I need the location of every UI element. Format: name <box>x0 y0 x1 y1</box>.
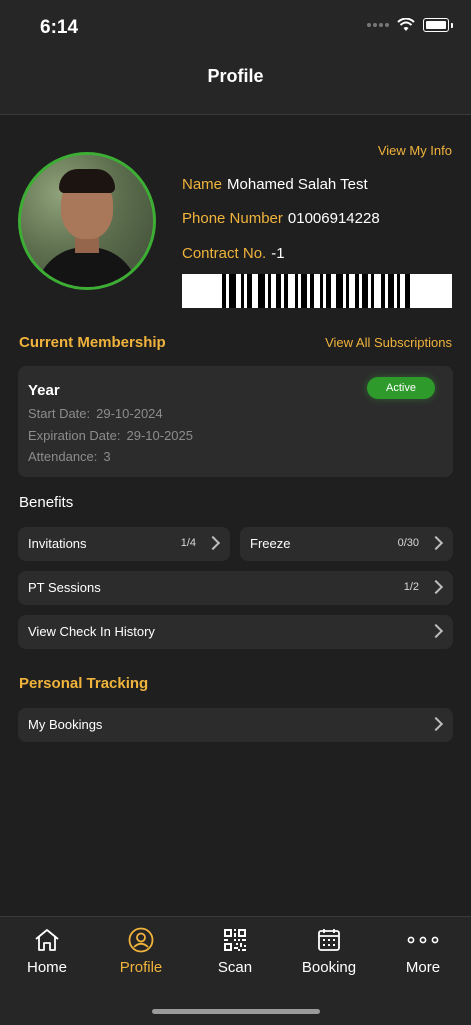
start-date-row: Start Date: 29-10-2024 <box>28 406 163 421</box>
avatar <box>18 152 156 290</box>
attendance-value: 3 <box>103 449 111 464</box>
my-bookings-item[interactable]: My Bookings <box>18 708 453 742</box>
tab-booking[interactable]: Booking <box>282 923 376 976</box>
start-date-value: 29-10-2024 <box>96 406 163 421</box>
invitations-label: Invitations <box>28 536 87 551</box>
contract-label: Contract No. <box>182 245 267 262</box>
check-in-history-item[interactable]: View Check In History <box>18 615 453 649</box>
contract-value: -1 <box>271 245 285 262</box>
status-icons <box>367 18 453 32</box>
more-dots-icon <box>407 936 439 944</box>
signal-icon <box>367 23 389 27</box>
page-title: Profile <box>207 66 264 86</box>
freeze-count: 0/30 <box>397 537 419 549</box>
tab-scan-label: Scan <box>217 959 253 976</box>
chevron-right-icon <box>428 623 444 639</box>
pt-sessions-label: PT Sessions <box>28 580 101 595</box>
chevron-right-icon <box>428 535 444 551</box>
start-date-label: Start Date: <box>28 406 91 421</box>
membership-card[interactable]: Year Active Start Date: 29-10-2024 Expira… <box>18 366 453 477</box>
freeze-item[interactable]: Freeze 0/30 <box>240 527 453 561</box>
home-icon <box>35 929 59 951</box>
home-indicator <box>152 1009 320 1014</box>
tab-booking-label: Booking <box>301 959 357 976</box>
freeze-label: Freeze <box>250 536 291 551</box>
contract-row: Contract No. -1 <box>182 245 285 262</box>
navigation-bar: Profile <box>0 56 471 115</box>
phone-value: 01006914228 <box>287 210 380 227</box>
phone-row: Phone Number 01006914228 <box>182 210 380 227</box>
current-membership-title: Current Membership <box>19 334 166 351</box>
personal-tracking-title: Personal Tracking <box>19 675 149 692</box>
benefits-title: Benefits <box>19 494 74 511</box>
invitations-item[interactable]: Invitations 1/4 <box>18 527 230 561</box>
invitations-count: 1/4 <box>180 537 196 549</box>
tab-profile[interactable]: Profile <box>94 923 188 976</box>
view-all-subscriptions-link[interactable]: View All Subscriptions <box>325 335 452 350</box>
calendar-icon <box>318 929 340 951</box>
tab-home[interactable]: Home <box>0 923 94 976</box>
status-time: 6:14 <box>40 17 79 38</box>
expiration-date-value: 29-10-2025 <box>126 428 194 443</box>
attendance-row: Attendance: 3 <box>28 449 111 464</box>
tab-more[interactable]: More <box>376 923 470 976</box>
phone-label: Phone Number <box>182 210 283 227</box>
view-my-info-link[interactable]: View My Info <box>378 143 452 158</box>
tab-scan[interactable]: Scan <box>188 923 282 976</box>
status-badge: Active <box>367 377 435 399</box>
chevron-right-icon <box>428 716 444 732</box>
attendance-label: Attendance: <box>28 449 98 464</box>
my-bookings-label: My Bookings <box>28 717 103 732</box>
pt-sessions-item[interactable]: PT Sessions 1/2 <box>18 571 453 605</box>
pt-sessions-count: 1/2 <box>403 581 419 593</box>
chevron-right-icon <box>428 579 444 595</box>
qr-code-icon <box>224 929 246 951</box>
barcode <box>182 274 452 308</box>
expiration-date-row: Expiration Date: 29-10-2025 <box>28 428 193 443</box>
tab-profile-label: Profile <box>119 959 163 976</box>
battery-icon <box>423 18 449 32</box>
name-row: Name Mohamed Salah Test <box>182 176 368 193</box>
check-in-history-label: View Check In History <box>28 624 155 639</box>
tab-home-label: Home <box>26 959 67 976</box>
chevron-right-icon <box>205 535 221 551</box>
battery-nub <box>451 22 453 28</box>
plan-name: Year <box>28 382 60 399</box>
name-value: Mohamed Salah Test <box>227 176 368 193</box>
status-bar: 6:14 <box>0 0 471 56</box>
user-circle-icon <box>128 927 154 953</box>
tab-more-label: More <box>405 959 441 976</box>
name-label: Name <box>182 176 223 193</box>
wifi-icon <box>397 18 415 31</box>
expiration-date-label: Expiration Date: <box>28 428 121 443</box>
